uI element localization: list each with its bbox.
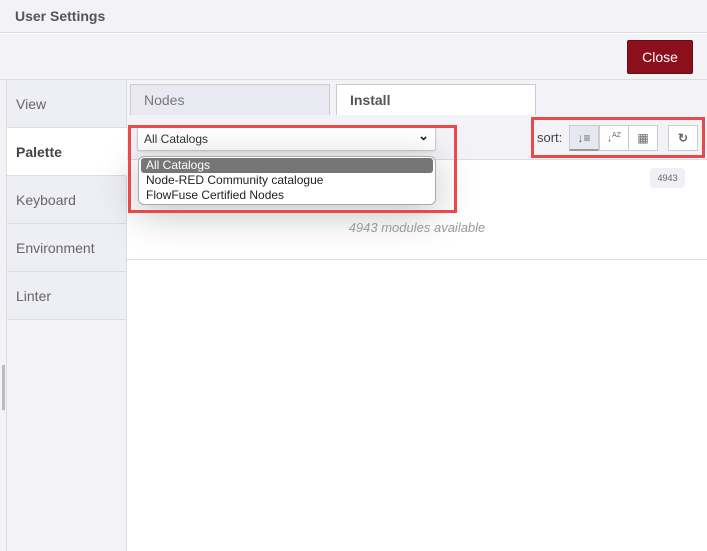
highlight-box-catalog: [128, 125, 457, 213]
close-button[interactable]: Close: [627, 40, 693, 74]
left-panel-edge: [0, 80, 7, 551]
count-badge: 4943: [650, 168, 685, 188]
sidebar-item-linter[interactable]: Linter: [7, 272, 126, 320]
resize-handle[interactable]: [2, 365, 5, 410]
tab-install[interactable]: Install: [336, 84, 536, 116]
sidebar-item-view[interactable]: View: [7, 80, 126, 128]
tab-nodes[interactable]: Nodes: [130, 84, 330, 115]
modules-available-text: 4943 modules available: [348, 220, 486, 235]
sidebar-item-environment[interactable]: Environment: [7, 224, 126, 272]
dialog-toolbar: [0, 34, 707, 80]
settings-sidebar: View Palette Keyboard Environment Linter: [7, 80, 127, 551]
highlight-box-sort: [531, 117, 705, 158]
sidebar-item-keyboard[interactable]: Keyboard: [7, 176, 126, 224]
dialog-title: User Settings: [0, 0, 707, 33]
divider: [127, 259, 707, 260]
sidebar-item-palette[interactable]: Palette: [7, 128, 127, 176]
